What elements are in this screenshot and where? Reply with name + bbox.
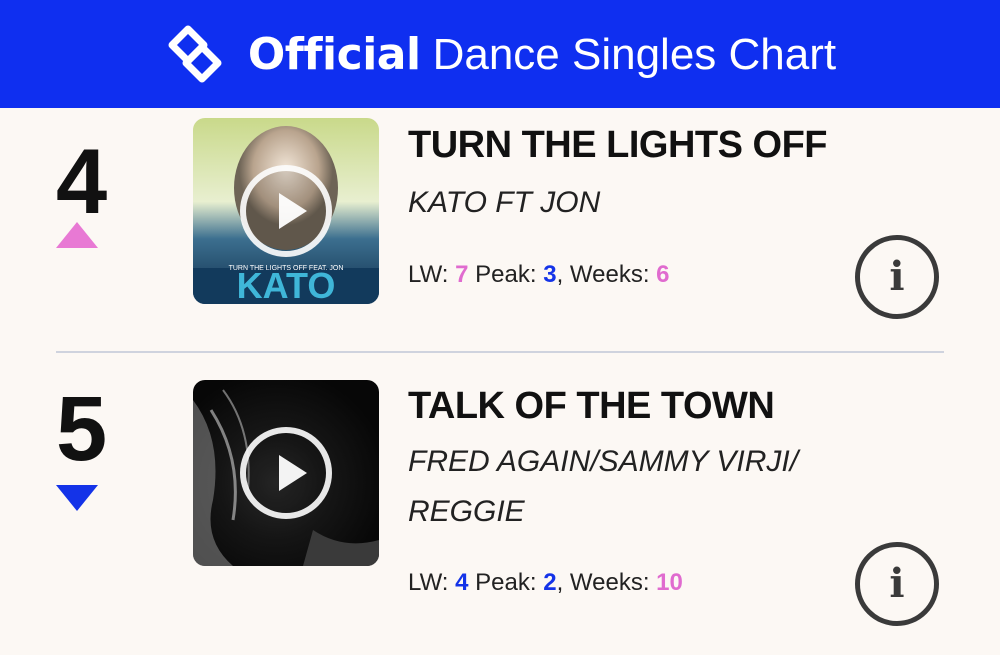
- play-button[interactable]: [240, 427, 332, 519]
- chart-position: 4: [56, 131, 108, 233]
- info-button[interactable]: i: [855, 542, 939, 626]
- info-icon: i: [889, 560, 905, 607]
- chart-entry: 5 TALK OF THE TOWN FRED AGAIN/SAMMY VIRJ…: [0, 353, 1000, 655]
- artist-line: FRED AGAIN/SAMMY VIRJI/: [408, 445, 799, 478]
- lw-label: LW:: [408, 569, 449, 596]
- weeks-value: 6: [656, 261, 670, 288]
- peak-value: 2: [543, 569, 557, 596]
- info-icon: i: [889, 253, 905, 300]
- album-artwork: TURN THE LIGHTS OFF FEAT. JON KATO: [193, 118, 379, 304]
- chart-stats: LW: 7 Peak: 3, Weeks: 6: [408, 261, 670, 289]
- chart-title: Official Dance Singles Chart: [248, 29, 836, 80]
- album-artwork: [193, 380, 379, 566]
- artist-name[interactable]: KATO FT JON: [408, 178, 600, 228]
- chart-entry: 4 TURN THE LIGHTS OFF FEAT. JON KATO TUR…: [0, 108, 1000, 352]
- brand-label: Official: [247, 28, 421, 80]
- movement-down-icon: [56, 485, 98, 511]
- official-charts-logo-icon: [168, 25, 222, 83]
- movement-up-icon: [56, 222, 98, 248]
- peak-label: Peak:: [475, 569, 537, 596]
- chart-stats: LW: 4 Peak: 2, Weeks: 10: [408, 569, 683, 597]
- artist-name[interactable]: FRED AGAIN/SAMMY VIRJI/ REGGIE: [408, 437, 798, 537]
- artwork-text: KATO: [237, 265, 336, 304]
- weeks-value: 10: [656, 569, 683, 596]
- artist-line: REGGIE: [408, 495, 525, 528]
- peak-label: Peak:: [475, 261, 537, 288]
- chart-position: 5: [56, 378, 108, 480]
- lw-value: 7: [455, 261, 469, 288]
- lw-value: 4: [455, 569, 469, 596]
- info-button[interactable]: i: [855, 235, 939, 319]
- weeks-label: , Weeks:: [556, 261, 650, 288]
- artist-line: KATO FT JON: [408, 186, 601, 219]
- play-button[interactable]: [240, 165, 332, 257]
- chart-header: Official Dance Singles Chart: [0, 0, 1000, 108]
- weeks-label: , Weeks:: [556, 569, 650, 596]
- chart-name-label: Dance Singles Chart: [432, 29, 837, 79]
- peak-value: 3: [543, 261, 557, 288]
- lw-label: LW:: [408, 261, 449, 288]
- song-title[interactable]: TURN THE LIGHTS OFF: [408, 124, 828, 167]
- song-title[interactable]: TALK OF THE TOWN: [408, 385, 775, 428]
